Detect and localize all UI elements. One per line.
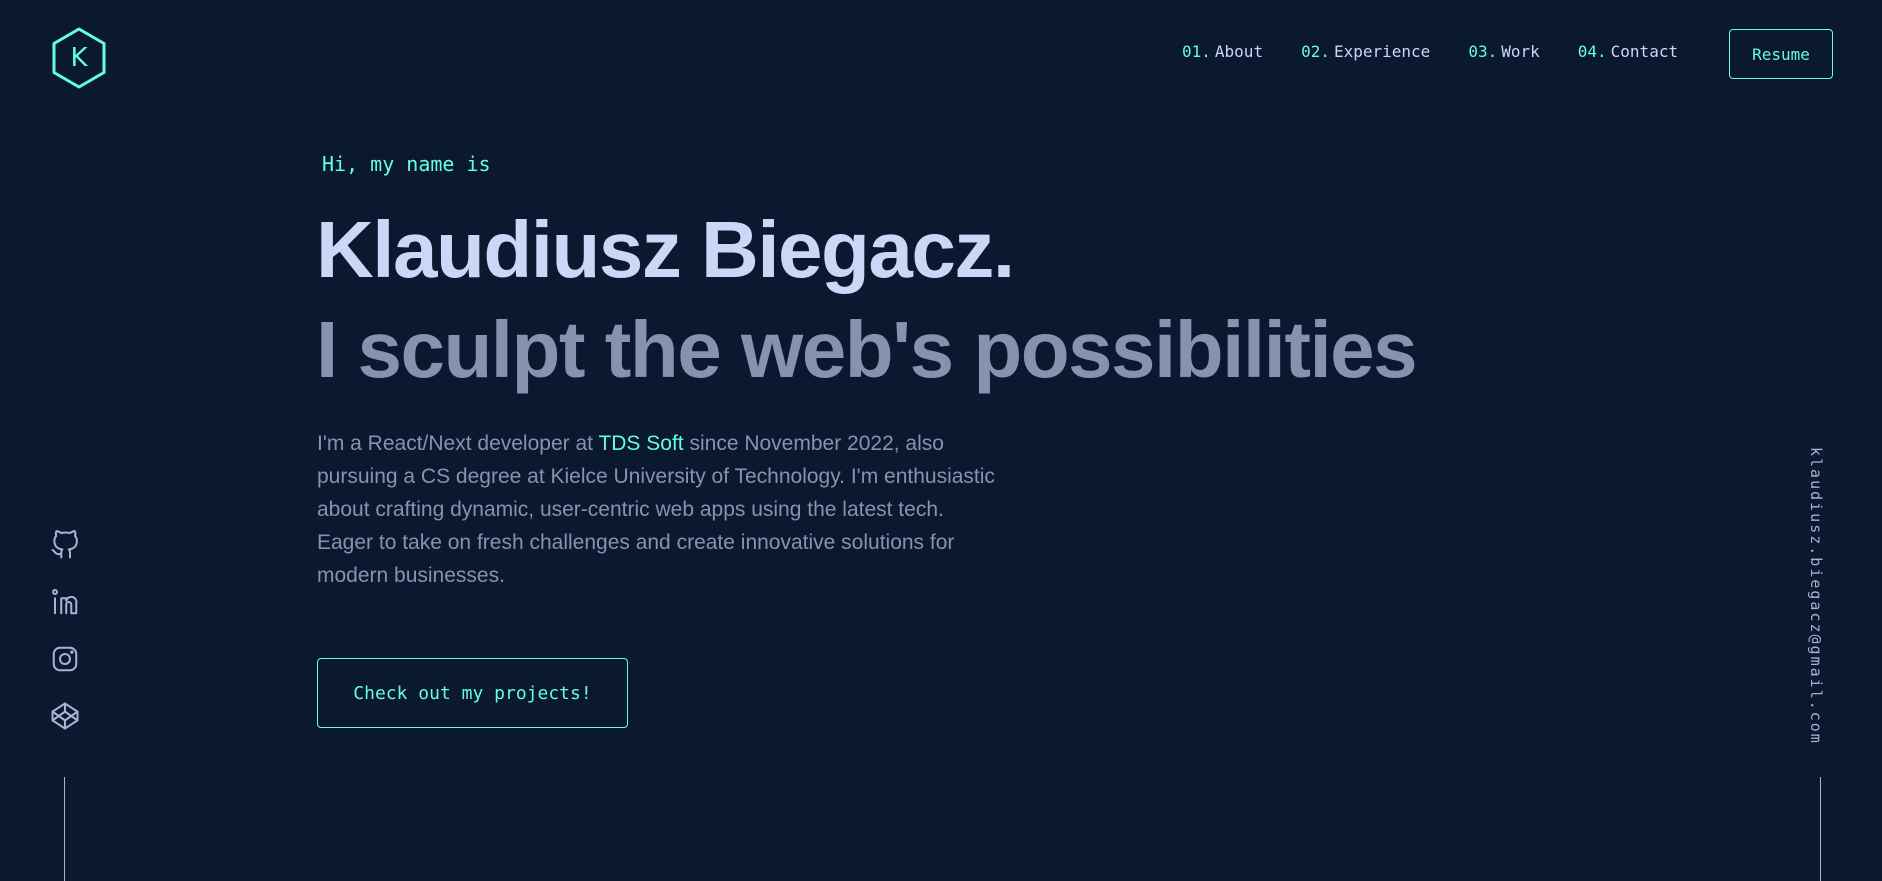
- bio-text-end: since November 2022, also pursuing a CS …: [317, 432, 995, 587]
- linkedin-icon[interactable]: [50, 587, 80, 617]
- nav-item-number: 01.: [1182, 42, 1211, 61]
- nav-item-label: Work: [1501, 42, 1540, 61]
- bio-text-start: I'm a React/Next developer at: [317, 432, 599, 455]
- nav-item-number: 03.: [1468, 42, 1498, 61]
- nav-item-label: Contact: [1610, 42, 1679, 61]
- hero-name: Klaudiusz Biegacz.: [316, 205, 1015, 294]
- github-icon[interactable]: [50, 530, 80, 560]
- hero-bio: I'm a React/Next developer at TDS Soft s…: [317, 427, 997, 592]
- resume-button[interactable]: Resume: [1729, 29, 1833, 79]
- social-links: [50, 530, 82, 758]
- left-rail-line: [64, 777, 65, 881]
- codepen-icon[interactable]: [50, 701, 80, 731]
- nav-item-experience[interactable]: 02. Experience: [1301, 42, 1430, 61]
- instagram-icon[interactable]: [50, 644, 80, 674]
- hero-intro: Hi, my name is: [322, 152, 491, 176]
- logo-letter: K: [70, 43, 88, 73]
- nav-item-about[interactable]: 01. About: [1182, 42, 1263, 61]
- nav-item-number: 02.: [1301, 42, 1330, 61]
- projects-cta-button[interactable]: Check out my projects!: [317, 658, 628, 728]
- page: K 01. About 02. Experience 03. Work 04. Cont…: [0, 0, 1882, 881]
- nav-item-work[interactable]: 03. Work: [1468, 42, 1539, 61]
- company-link[interactable]: TDS Soft: [598, 432, 683, 455]
- nav-item-number: 04.: [1577, 42, 1607, 61]
- nav-item-label: About: [1214, 42, 1264, 61]
- right-rail-line: [1820, 777, 1821, 881]
- nav-item-label: Experience: [1333, 42, 1431, 61]
- logo[interactable]: K: [51, 27, 107, 89]
- main-nav: 01. About 02. Experience 03. Work 04. Contac…: [1182, 42, 1716, 61]
- email-link[interactable]: klaudiusz.biegacz@gmail.com: [1807, 447, 1825, 745]
- nav-item-contact[interactable]: 04. Contact: [1578, 42, 1678, 61]
- hero-tagline: I sculpt the web's possibilities: [316, 305, 1418, 394]
